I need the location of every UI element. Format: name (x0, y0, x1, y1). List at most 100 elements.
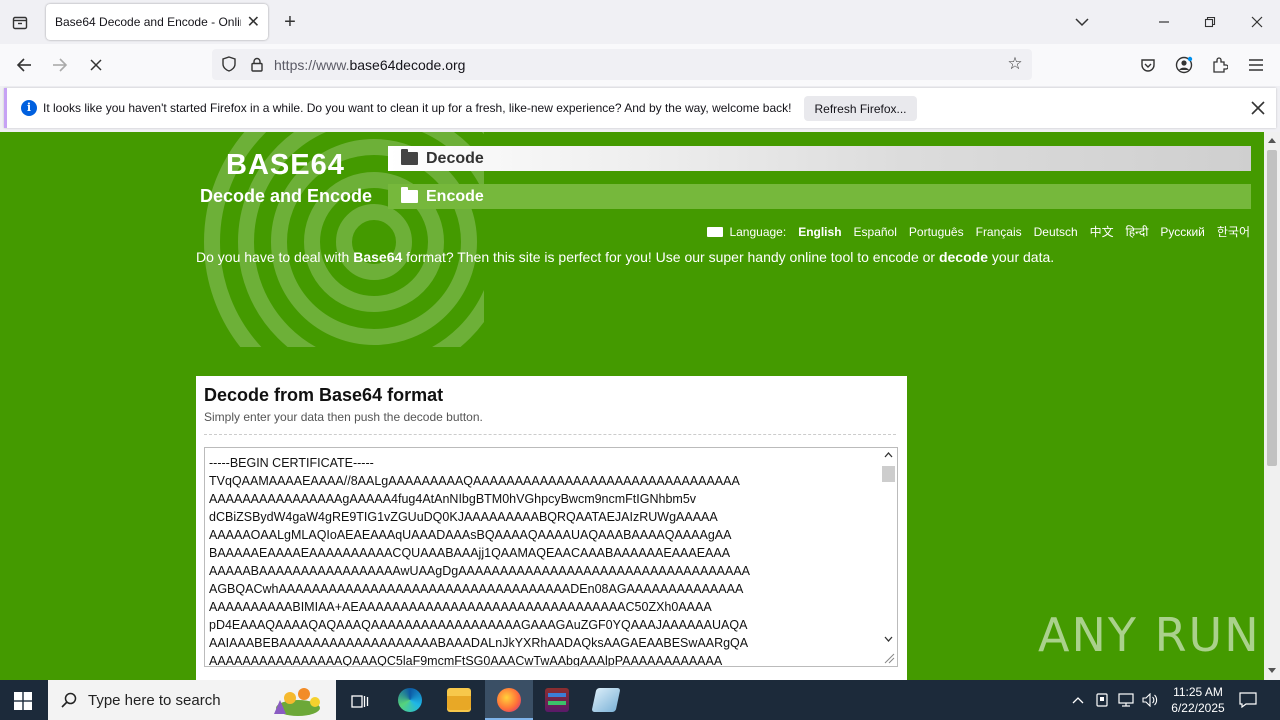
taskbar-search[interactable]: Type here to search (48, 680, 336, 720)
notifications-icon[interactable] (1238, 690, 1258, 710)
url-text: https://www.base64decode.org (274, 57, 465, 73)
restore-icon[interactable] (1200, 12, 1220, 32)
scroll-up-icon[interactable] (884, 451, 893, 458)
info-icon: i (21, 100, 37, 116)
back-icon[interactable] (14, 55, 34, 75)
page-scroll-down-icon[interactable] (1267, 667, 1277, 675)
refresh-firefox-button[interactable]: Refresh Firefox... (804, 96, 917, 121)
menu-encode-label: Encode (426, 188, 484, 205)
page-scroll-up-icon[interactable] (1267, 136, 1277, 144)
tracking-protection-shield-icon[interactable] (220, 55, 238, 73)
logo-title[interactable]: BASE64 (226, 149, 345, 182)
textarea-line: TVqQAAMAAAAEAAAA//8AALgAAAAAAAAAQAAAAAAA… (209, 474, 740, 488)
firefox-taskbar-button[interactable] (485, 680, 533, 720)
account-icon[interactable] (1174, 55, 1194, 75)
intro-bold-base64: Base64 (353, 249, 403, 265)
tab-close-icon[interactable]: ✕ (247, 12, 260, 32)
language-hindi[interactable]: हिन्दी (1126, 223, 1149, 240)
device-icon[interactable] (1094, 691, 1110, 709)
stop-loading-icon[interactable] (86, 55, 106, 75)
pocket-icon[interactable] (1138, 55, 1158, 75)
task-view-icon[interactable] (348, 690, 372, 712)
edge-icon[interactable] (398, 688, 422, 712)
logo-subtitle[interactable]: Decode and Encode (200, 186, 372, 207)
firefox-icon (497, 688, 521, 712)
panel-subtitle: Simply enter your data then push the dec… (204, 410, 483, 424)
intro-text: Do you have to deal with Base64 format? … (196, 249, 1054, 265)
menu-hamburger-icon[interactable] (1246, 55, 1266, 75)
page-scrollbar-thumb[interactable] (1267, 150, 1277, 466)
url-prefix: https://www. (274, 57, 350, 73)
language-chinese[interactable]: 中文 (1090, 223, 1114, 240)
lock-icon[interactable] (248, 55, 266, 73)
decode-panel: Decode from Base64 format Simply enter y… (196, 376, 907, 680)
clock-time: 11:25 AM (1173, 685, 1223, 699)
textarea-line: BAAAAAEAAAAEAAAAAAAAAACQUAAABAAAjj1QAAMA… (209, 546, 731, 560)
language-korean[interactable]: 한국어 (1217, 223, 1250, 240)
show-hidden-icons-chevron-icon[interactable] (1070, 691, 1086, 709)
search-icon (60, 691, 78, 709)
language-espanol[interactable]: Español (854, 225, 897, 239)
winrar-icon[interactable] (545, 688, 569, 712)
textarea-line: AAAAAAAAAABIMIAA+AEAAAAAAAAAAAAAAAAAAAAA… (209, 600, 712, 614)
navigation-toolbar: https://www.base64decode.org ☆ (0, 44, 1280, 86)
textarea-line: AAAAAOAALgMLAQIoAEAEAAAqUAAADAAAsBQAAAAQ… (209, 528, 732, 542)
winrar-icon-stripe (548, 701, 566, 705)
close-window-icon[interactable] (1247, 12, 1267, 32)
volume-icon[interactable] (1141, 691, 1159, 709)
language-francais[interactable]: Français (976, 225, 1022, 239)
file-explorer-icon-folder (447, 696, 471, 710)
url-bar[interactable]: https://www.base64decode.org ☆ (212, 49, 1032, 80)
divider (204, 434, 896, 435)
tab-list-icon[interactable] (10, 12, 30, 32)
textarea-scrollbar-thumb[interactable] (882, 466, 895, 482)
page-content: BASE64 Decode and Encode Decode Encode L… (0, 132, 1264, 680)
textarea-line: AGBQACwhAAAAAAAAAAAAAAAAAAAAAAAAAAAAAAAA… (209, 582, 744, 596)
new-tab-icon[interactable]: + (280, 11, 300, 33)
search-placeholder: Type here to search (88, 692, 221, 709)
search-highlight-flowers-icon (274, 688, 320, 716)
resize-grip-icon[interactable] (883, 652, 895, 664)
close-notification-icon[interactable] (1248, 98, 1268, 118)
page-scrollbar[interactable] (1264, 132, 1280, 680)
language-label: Language: (729, 224, 787, 239)
textarea-line: AAAAAAAAAAAAAAAAQAAAQC5laF9mcmFtSG0AAACw… (209, 654, 723, 667)
intro-part-3: your data. (987, 249, 1055, 265)
language-portugues[interactable]: Português (909, 225, 964, 239)
forward-icon[interactable] (50, 55, 70, 75)
folder-icon (401, 187, 418, 203)
intro-part-1: Do you have to deal with (196, 249, 354, 265)
clock-date: 6/22/2025 (1171, 701, 1225, 715)
tab-strip: Base64 Decode and Encode - Online ✕ + (0, 0, 1280, 44)
scroll-down-icon[interactable] (884, 636, 893, 643)
minimize-icon[interactable] (1154, 12, 1174, 32)
browser-tab[interactable]: Base64 Decode and Encode - Online ✕ (46, 4, 268, 40)
notification-message: It looks like you haven't started Firefo… (43, 101, 792, 115)
windows-start-icon[interactable] (12, 690, 34, 712)
folder-open-icon (401, 149, 418, 165)
language-selector: Language: English Español Português Fran… (707, 223, 1250, 240)
menu-encode[interactable]: Encode (388, 184, 1251, 209)
file-explorer-icon[interactable] (447, 688, 471, 712)
textarea-line: dCBiZSBydW4gaW4gRE9TIG1vZGUuDQ0KJAAAAAAA… (209, 510, 718, 524)
base64-input-textarea[interactable]: -----BEGIN CERTIFICATE----- TVqQAAMAAAAEA… (204, 447, 898, 667)
list-all-tabs-icon[interactable] (1072, 12, 1092, 32)
anyrun-watermark: ANY RUN (1038, 608, 1261, 662)
textarea-line: AAAAAAAAAAAAAAAAgAAAAA4fug4AtAnNIbgBTM0h… (209, 492, 697, 506)
tab-title: Base64 Decode and Encode - Online (55, 15, 241, 29)
bookmark-star-icon[interactable]: ☆ (1006, 54, 1024, 73)
intro-bold-decode: decode (938, 249, 988, 265)
taskbar-clock[interactable]: 11:25 AM 6/22/2025 (1160, 684, 1236, 716)
windows-taskbar: Type here to search 11:25 AM 6/22/2025 (0, 680, 1280, 720)
menu-decode[interactable]: Decode (388, 146, 1251, 171)
extensions-icon[interactable] (1210, 55, 1230, 75)
language-deutsch[interactable]: Deutsch (1034, 225, 1078, 239)
notepad-icon[interactable] (591, 688, 621, 712)
textarea-scrollbar[interactable] (880, 448, 897, 666)
winrar-icon-stripe (548, 693, 566, 697)
textarea-content: -----BEGIN CERTIFICATE----- TVqQAAMAAAAEA… (209, 454, 750, 667)
network-icon[interactable] (1117, 691, 1135, 709)
language-russian[interactable]: Русский (1160, 225, 1205, 239)
notification-bar: i It looks like you haven't started Fire… (4, 88, 1276, 128)
language-english[interactable]: English (798, 225, 841, 239)
